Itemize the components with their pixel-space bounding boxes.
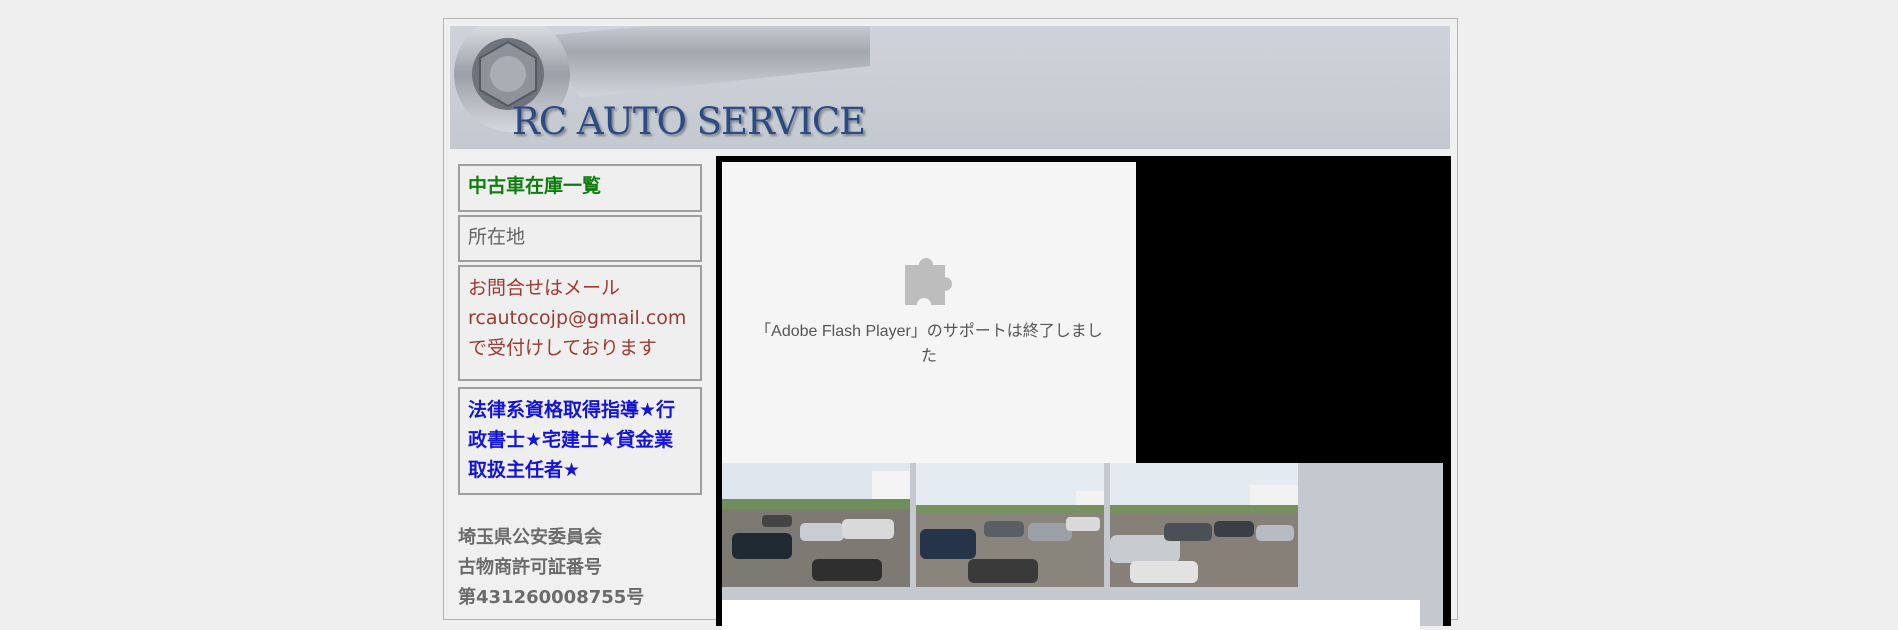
- sidebar-item-legal-qualification[interactable]: 法律系資格取得指導★行 政書士★宅建士★貸金業 取扱主任者★: [458, 387, 702, 495]
- flash-plugin-placeholder: 「Adobe Flash Player」のサポートは終了しまし た: [722, 162, 1136, 463]
- puzzle-piece-icon: [905, 258, 952, 305]
- sidebar-item-location[interactable]: 所在地: [458, 215, 702, 262]
- site-logo-text[interactable]: RC AUTO SERVICE: [512, 100, 866, 143]
- license-line: 埼玉県公安委員会: [458, 527, 602, 548]
- photo-strip: [722, 463, 1443, 630]
- contact-line: お問合せはメール: [468, 277, 621, 299]
- license-info: 埼玉県公安委員会 古物商許可証番号 第431260008755号: [458, 523, 702, 613]
- flash-unsupported-message: 「Adobe Flash Player」のサポートは終了しまし た: [755, 323, 1103, 365]
- promo-line: 政書士★宅建士★貸金業: [468, 429, 674, 451]
- sidebar-item-label: 中古車在庫一覧: [468, 175, 602, 197]
- car-lot-photo[interactable]: [1110, 463, 1298, 587]
- sidebar-item-contact-email[interactable]: お問合せはメール rcautocojp@gmail.com で受付けしております: [458, 265, 702, 381]
- license-line: 第431260008755号: [458, 587, 645, 608]
- sidebar-item-label: 所在地: [468, 226, 526, 248]
- contact-line: で受付けしております: [468, 337, 657, 359]
- page-container: RC AUTO SERVICE 中古車在庫一覧 所在地 お問合せはメール rca…: [443, 18, 1458, 630]
- promo-line: 取扱主任者★: [468, 459, 581, 481]
- promo-line: 法律系資格取得指導★行: [468, 399, 676, 421]
- site-header: RC AUTO SERVICE: [450, 26, 1450, 149]
- sidebar-nav: 中古車在庫一覧 所在地 お問合せはメール rcautocojp@gmail.co…: [458, 164, 702, 613]
- car-lot-photo[interactable]: [916, 463, 1104, 587]
- car-lot-photo[interactable]: [722, 463, 910, 587]
- sidebar-item-used-car-inventory[interactable]: 中古車在庫一覧: [458, 164, 702, 212]
- license-line: 古物商許可証番号: [458, 557, 602, 578]
- main-content: 「Adobe Flash Player」のサポートは終了しまし た: [716, 156, 1451, 630]
- contact-email[interactable]: rcautocojp@gmail.com: [468, 303, 692, 333]
